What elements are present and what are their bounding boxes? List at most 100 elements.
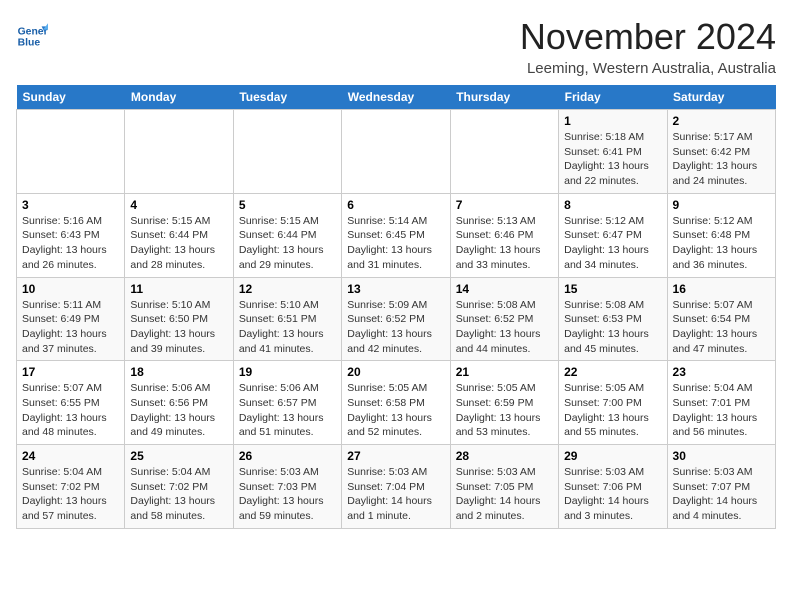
calendar-cell: 13 Sunrise: 5:09 AM Sunset: 6:52 PM Dayli… xyxy=(342,277,450,361)
calendar-cell: 2 Sunrise: 5:17 AM Sunset: 6:42 PM Daylig… xyxy=(667,110,775,194)
day-number: 1 xyxy=(564,114,661,128)
day-number: 11 xyxy=(130,282,227,296)
week-row-2: 3 Sunrise: 5:16 AM Sunset: 6:43 PM Daylig… xyxy=(17,193,776,277)
calendar-cell: 18 Sunrise: 5:06 AM Sunset: 6:56 PM Dayli… xyxy=(125,361,233,445)
day-number: 4 xyxy=(130,198,227,212)
day-info: Sunrise: 5:17 AM Sunset: 6:42 PM Dayligh… xyxy=(673,130,770,189)
calendar-cell: 19Sunrise: 5:06 AM Sunset: 6:57 PM Dayli… xyxy=(233,361,341,445)
calendar-cell: 11 Sunrise: 5:10 AM Sunset: 6:50 PM Dayli… xyxy=(125,277,233,361)
weekday-sunday: Sunday xyxy=(17,85,125,110)
calendar-cell: 28 Sunrise: 5:03 AM Sunset: 7:05 PM Dayli… xyxy=(450,445,558,529)
calendar-cell: 21Sunrise: 5:05 AM Sunset: 6:59 PM Dayli… xyxy=(450,361,558,445)
calendar-cell: 6 Sunrise: 5:14 AM Sunset: 6:45 PM Daylig… xyxy=(342,193,450,277)
day-number: 30 xyxy=(673,449,770,463)
day-info: Sunrise: 5:10 AM Sunset: 6:51 PM Dayligh… xyxy=(239,298,336,357)
logo: General Blue xyxy=(16,20,52,52)
calendar-cell: 23Sunrise: 5:04 AM Sunset: 7:01 PM Dayli… xyxy=(667,361,775,445)
calendar-cell: 7 Sunrise: 5:13 AM Sunset: 6:46 PM Daylig… xyxy=(450,193,558,277)
weekday-friday: Friday xyxy=(559,85,667,110)
calendar-table: SundayMondayTuesdayWednesdayThursdayFrid… xyxy=(16,85,776,529)
day-number: 12 xyxy=(239,282,336,296)
day-number: 6 xyxy=(347,198,444,212)
location-title: Leeming, Western Australia, Australia xyxy=(520,60,776,77)
day-info: Sunrise: 5:09 AM Sunset: 6:52 PM Dayligh… xyxy=(347,298,444,357)
calendar-cell: 22 Sunrise: 5:05 AM Sunset: 7:00 PM Dayli… xyxy=(559,361,667,445)
calendar-cell xyxy=(125,110,233,194)
day-info: Sunrise: 5:03 AM Sunset: 7:03 PM Dayligh… xyxy=(239,465,336,524)
day-info: Sunrise: 5:15 AM Sunset: 6:44 PM Dayligh… xyxy=(239,214,336,273)
calendar-cell xyxy=(233,110,341,194)
day-info: Sunrise: 5:04 AM Sunset: 7:02 PM Dayligh… xyxy=(22,465,119,524)
calendar-cell xyxy=(450,110,558,194)
day-info: Sunrise: 5:04 AM Sunset: 7:02 PM Dayligh… xyxy=(130,465,227,524)
calendar-cell: 9 Sunrise: 5:12 AM Sunset: 6:48 PM Daylig… xyxy=(667,193,775,277)
day-info: Sunrise: 5:08 AM Sunset: 6:52 PM Dayligh… xyxy=(456,298,553,357)
day-info: Sunrise: 5:14 AM Sunset: 6:45 PM Dayligh… xyxy=(347,214,444,273)
week-row-3: 10Sunrise: 5:11 AM Sunset: 6:49 PM Dayli… xyxy=(17,277,776,361)
day-number: 20 xyxy=(347,365,444,379)
day-number: 2 xyxy=(673,114,770,128)
day-number: 28 xyxy=(456,449,553,463)
calendar-cell: 16 Sunrise: 5:07 AM Sunset: 6:54 PM Dayli… xyxy=(667,277,775,361)
calendar-cell: 5 Sunrise: 5:15 AM Sunset: 6:44 PM Daylig… xyxy=(233,193,341,277)
calendar-cell: 10Sunrise: 5:11 AM Sunset: 6:49 PM Dayli… xyxy=(17,277,125,361)
calendar-cell: 26 Sunrise: 5:03 AM Sunset: 7:03 PM Dayli… xyxy=(233,445,341,529)
day-number: 8 xyxy=(564,198,661,212)
calendar-cell: 15 Sunrise: 5:08 AM Sunset: 6:53 PM Dayli… xyxy=(559,277,667,361)
weekday-thursday: Thursday xyxy=(450,85,558,110)
day-number: 18 xyxy=(130,365,227,379)
calendar-cell: 27 Sunrise: 5:03 AM Sunset: 7:04 PM Dayli… xyxy=(342,445,450,529)
day-number: 16 xyxy=(673,282,770,296)
title-area: November 2024 Leeming, Western Australia… xyxy=(520,16,776,77)
weekday-wednesday: Wednesday xyxy=(342,85,450,110)
day-info: Sunrise: 5:03 AM Sunset: 7:05 PM Dayligh… xyxy=(456,465,553,524)
day-number: 14 xyxy=(456,282,553,296)
day-info: Sunrise: 5:11 AM Sunset: 6:49 PM Dayligh… xyxy=(22,298,119,357)
day-number: 27 xyxy=(347,449,444,463)
day-number: 17 xyxy=(22,365,119,379)
day-info: Sunrise: 5:13 AM Sunset: 6:46 PM Dayligh… xyxy=(456,214,553,273)
day-info: Sunrise: 5:10 AM Sunset: 6:50 PM Dayligh… xyxy=(130,298,227,357)
calendar-cell: 4 Sunrise: 5:15 AM Sunset: 6:44 PM Daylig… xyxy=(125,193,233,277)
calendar-cell: 17 Sunrise: 5:07 AM Sunset: 6:55 PM Dayli… xyxy=(17,361,125,445)
day-number: 15 xyxy=(564,282,661,296)
calendar-cell: 1 Sunrise: 5:18 AM Sunset: 6:41 PM Daylig… xyxy=(559,110,667,194)
day-number: 19 xyxy=(239,365,336,379)
day-info: Sunrise: 5:04 AM Sunset: 7:01 PM Dayligh… xyxy=(673,381,770,440)
header: General Blue November 2024 Leeming, West… xyxy=(16,16,776,77)
day-info: Sunrise: 5:12 AM Sunset: 6:47 PM Dayligh… xyxy=(564,214,661,273)
day-number: 13 xyxy=(347,282,444,296)
day-info: Sunrise: 5:06 AM Sunset: 6:56 PM Dayligh… xyxy=(130,381,227,440)
day-number: 26 xyxy=(239,449,336,463)
day-number: 9 xyxy=(673,198,770,212)
calendar-cell xyxy=(17,110,125,194)
weekday-saturday: Saturday xyxy=(667,85,775,110)
day-info: Sunrise: 5:07 AM Sunset: 6:54 PM Dayligh… xyxy=(673,298,770,357)
day-number: 22 xyxy=(564,365,661,379)
weekday-monday: Monday xyxy=(125,85,233,110)
day-number: 25 xyxy=(130,449,227,463)
day-info: Sunrise: 5:07 AM Sunset: 6:55 PM Dayligh… xyxy=(22,381,119,440)
day-info: Sunrise: 5:03 AM Sunset: 7:04 PM Dayligh… xyxy=(347,465,444,524)
calendar-cell xyxy=(342,110,450,194)
day-number: 7 xyxy=(456,198,553,212)
day-number: 21 xyxy=(456,365,553,379)
day-number: 3 xyxy=(22,198,119,212)
svg-text:Blue: Blue xyxy=(18,38,41,49)
day-info: Sunrise: 5:08 AM Sunset: 6:53 PM Dayligh… xyxy=(564,298,661,357)
day-info: Sunrise: 5:05 AM Sunset: 7:00 PM Dayligh… xyxy=(564,381,661,440)
day-number: 29 xyxy=(564,449,661,463)
calendar-cell: 14 Sunrise: 5:08 AM Sunset: 6:52 PM Dayli… xyxy=(450,277,558,361)
weekday-tuesday: Tuesday xyxy=(233,85,341,110)
calendar-cell: 29Sunrise: 5:03 AM Sunset: 7:06 PM Dayli… xyxy=(559,445,667,529)
day-info: Sunrise: 5:05 AM Sunset: 6:58 PM Dayligh… xyxy=(347,381,444,440)
day-info: Sunrise: 5:18 AM Sunset: 6:41 PM Dayligh… xyxy=(564,130,661,189)
day-number: 5 xyxy=(239,198,336,212)
day-number: 24 xyxy=(22,449,119,463)
day-info: Sunrise: 5:15 AM Sunset: 6:44 PM Dayligh… xyxy=(130,214,227,273)
day-info: Sunrise: 5:12 AM Sunset: 6:48 PM Dayligh… xyxy=(673,214,770,273)
calendar-cell: 30Sunrise: 5:03 AM Sunset: 7:07 PM Dayli… xyxy=(667,445,775,529)
week-row-4: 17 Sunrise: 5:07 AM Sunset: 6:55 PM Dayli… xyxy=(17,361,776,445)
day-info: Sunrise: 5:16 AM Sunset: 6:43 PM Dayligh… xyxy=(22,214,119,273)
calendar-cell: 3 Sunrise: 5:16 AM Sunset: 6:43 PM Daylig… xyxy=(17,193,125,277)
